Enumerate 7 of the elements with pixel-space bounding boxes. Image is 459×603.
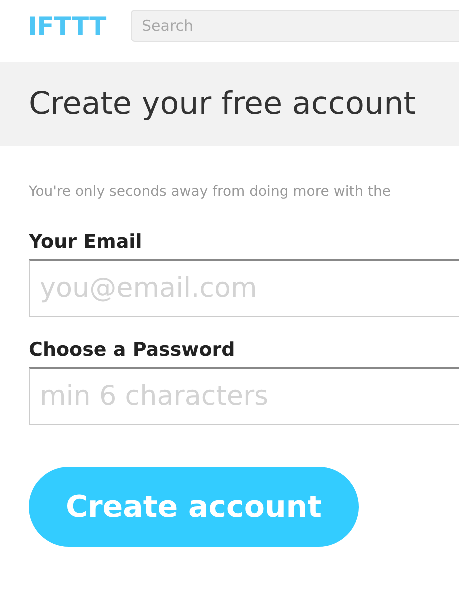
search-field[interactable]: Search [131, 10, 459, 42]
create-account-button[interactable]: Create account [29, 467, 359, 547]
subtitle: You're only seconds away from doing more with the [29, 184, 392, 200]
page-title: Create your free account [29, 86, 416, 122]
field-label: Choose a Password [29, 339, 236, 361]
logo[interactable]: IFTTT [28, 12, 112, 40]
field-label: Your Email [29, 231, 142, 253]
